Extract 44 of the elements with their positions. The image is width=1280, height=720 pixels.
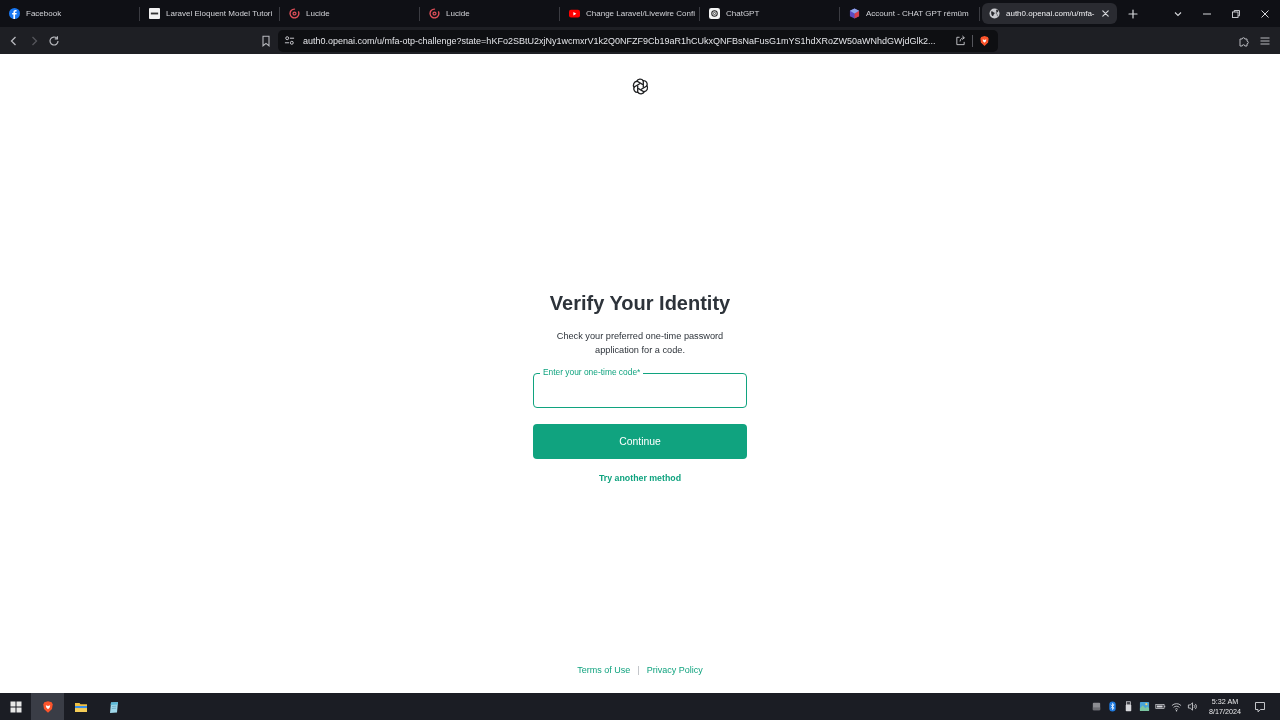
footer-separator: | (637, 664, 640, 676)
wifi-icon[interactable] (1171, 701, 1182, 712)
close-icon[interactable] (1101, 9, 1110, 18)
description-text: Check your preferred one-time password application for a code. (555, 330, 725, 357)
browser-tab[interactable]: Facebook (0, 0, 139, 27)
site-settings-icon[interactable] (284, 35, 295, 46)
knot-icon (709, 8, 720, 19)
browser-tab[interactable]: Account - CHAT GPT rémüm (840, 0, 979, 27)
usb-drive-icon[interactable] (1123, 701, 1134, 712)
reload-icon[interactable] (48, 34, 60, 47)
address-bar[interactable]: auth0.openai.com/u/mfa-otp-challenge?state=hKFo2SBtU2xjNy1wcmxrV1k2Q0NFZF9Cb19aR1hCUkxQNFBsNaFusG1mYS1hdXRoZW50aWNhdGWjdGlk2... (278, 29, 998, 52)
app-tray-icon[interactable] (1091, 701, 1102, 712)
browser-tab[interactable]: Lucide (280, 0, 419, 27)
lion-shield-icon (41, 700, 54, 713)
cube-icon (849, 8, 860, 19)
bluetooth-icon[interactable] (1107, 701, 1118, 712)
lion-shield-icon[interactable] (979, 34, 990, 47)
browser-tab[interactable]: Change Laravel/Livewire Confi (560, 0, 699, 27)
volume-icon[interactable] (1187, 701, 1198, 712)
notepad-icon (107, 700, 120, 713)
ring-icon (289, 8, 300, 19)
notification-icon[interactable] (1254, 700, 1266, 713)
play-icon (569, 8, 580, 19)
windows-logo-icon[interactable] (9, 700, 22, 713)
browser-tab[interactable]: Lucide (420, 0, 559, 27)
plus-icon[interactable] (1128, 8, 1138, 19)
puzzle-icon[interactable] (1238, 34, 1250, 47)
menu-icon[interactable] (1259, 34, 1271, 47)
bookmark-icon[interactable] (260, 34, 272, 47)
globe-icon (989, 8, 1000, 19)
browser-tab[interactable]: auth0.openai.com/u/mfa- (982, 3, 1117, 24)
close-window-icon[interactable] (1260, 8, 1270, 19)
battery-icon[interactable] (1155, 701, 1166, 712)
page-heading: Verify Your Identity (549, 291, 731, 315)
thumbnail-icon (149, 8, 160, 19)
circle-favicon-icon (9, 8, 20, 19)
browser-tab[interactable]: Laravel Eloquent Model Tutori (140, 0, 279, 27)
share-icon[interactable] (955, 35, 966, 46)
restore-icon[interactable] (1231, 8, 1241, 19)
browser-tab[interactable]: ChatGPT (700, 0, 839, 27)
field-label: Enter your one-time code* (540, 367, 644, 378)
ring-icon (429, 8, 440, 19)
folder-icon (73, 700, 88, 713)
image-app-icon[interactable] (1139, 701, 1150, 712)
